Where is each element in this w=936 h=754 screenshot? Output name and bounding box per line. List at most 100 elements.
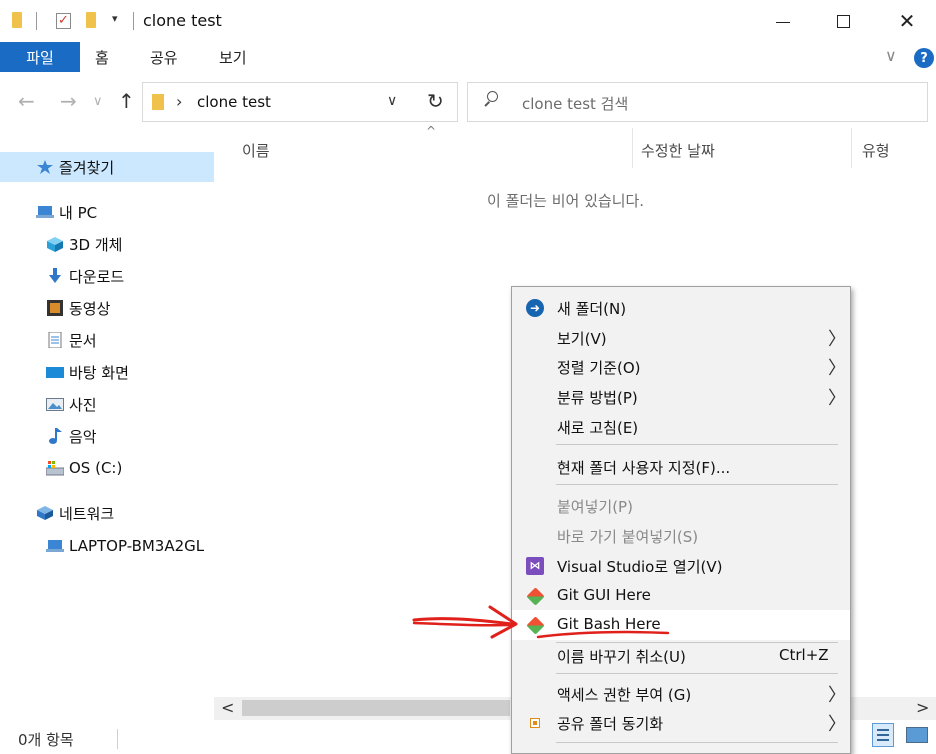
menu-item-view[interactable]: 보기(V) 〉 (512, 323, 850, 353)
tab-share[interactable]: 공유 (150, 47, 178, 68)
menu-item-new-folder[interactable]: ➜ 새 폴더(N) (512, 293, 850, 323)
menu-item-refresh[interactable]: 새로 고침(E) (512, 412, 850, 442)
refresh-icon[interactable]: ↻ (427, 89, 444, 113)
tab-file[interactable]: 파일 (0, 42, 80, 72)
column-header-type[interactable]: 유형 (862, 140, 890, 161)
forward-button[interactable]: → (60, 89, 77, 113)
git-icon (526, 587, 545, 606)
menu-item-open-in-visual-studio[interactable]: ⋈ Visual Studio로 열기(V) (512, 551, 850, 581)
tab-home[interactable]: 홈 (95, 47, 109, 68)
shortcut-label: Ctrl+Z (779, 646, 829, 664)
details-view-button[interactable] (872, 723, 894, 747)
close-icon: ✕ (898, 9, 916, 33)
drive-icon (45, 460, 65, 476)
breadcrumb-chevron-icon[interactable]: › (176, 92, 182, 111)
nav-item-3d-objects[interactable]: 3D 개체 (0, 229, 214, 259)
cube-icon (46, 236, 64, 252)
maximize-button[interactable] (820, 4, 866, 38)
scroll-left-icon[interactable]: < (221, 698, 234, 717)
address-dropdown-icon[interactable]: ∨ (387, 93, 397, 109)
nav-item-network[interactable]: 네트워크 (0, 498, 214, 528)
scroll-right-icon[interactable]: > (916, 698, 929, 717)
submenu-arrow-icon: 〉 (828, 358, 846, 379)
search-icon (484, 91, 498, 107)
ribbon-expand-icon[interactable]: ∨ (885, 46, 897, 65)
new-folder-quick-icon[interactable] (86, 12, 96, 28)
nav-item-laptop[interactable]: LAPTOP-BM3A2GL (0, 531, 214, 561)
window-title: clone test (143, 11, 222, 30)
status-divider (117, 729, 118, 749)
nav-item-downloads[interactable]: 다운로드 (0, 261, 214, 291)
menu-item-group-by[interactable]: 분류 방법(P) 〉 (512, 382, 850, 412)
submenu-arrow-icon: 〉 (828, 685, 846, 706)
picture-icon (46, 396, 64, 412)
column-header-date-modified[interactable]: 수정한 날짜 (641, 140, 715, 161)
film-icon (46, 300, 64, 316)
submenu-arrow-icon: 〉 (828, 388, 846, 409)
menu-item-sync-shared-folder[interactable]: 공유 폴더 동기화 〉 (512, 708, 850, 738)
nav-item-favorites[interactable]: 즐겨찾기 (0, 152, 214, 182)
status-item-count: 0개 항목 (18, 731, 74, 749)
download-icon (46, 268, 64, 284)
address-bar[interactable]: › clone test ∨ ↻ (142, 82, 458, 122)
properties-icon[interactable]: ✓ (56, 13, 71, 29)
menu-item-paste-shortcut: 바로 가기 붙여넣기(S) (557, 528, 699, 546)
network-icon (36, 505, 54, 521)
desktop-icon (46, 364, 64, 380)
title-divider (133, 12, 134, 30)
menu-separator (556, 484, 838, 485)
menu-separator (556, 673, 838, 674)
menu-item-undo-rename[interactable]: 이름 바꾸기 취소(U) Ctrl+Z (512, 641, 850, 671)
nav-item-os-drive[interactable]: OS (C:) (0, 453, 214, 483)
nav-item-documents[interactable]: 문서 (0, 325, 214, 355)
share-sync-icon (530, 718, 540, 728)
menu-item-git-gui-here[interactable]: Git GUI Here (512, 581, 850, 611)
menu-item-give-access[interactable]: 액세스 권한 부여 (G) 〉 (512, 679, 850, 709)
visual-studio-icon: ⋈ (526, 557, 544, 575)
menu-item-sort-by[interactable]: 정렬 기준(O) 〉 (512, 352, 850, 382)
menu-item-paste: 붙여넣기(P) (557, 498, 633, 516)
context-menu: ➜ 새 폴더(N) 보기(V) 〉 정렬 기준(O) 〉 분류 방법(P) 〉 … (511, 286, 851, 754)
recent-locations-icon[interactable]: ∨ (93, 94, 103, 109)
back-button[interactable]: ← (18, 89, 35, 113)
quick-access-dropdown-icon[interactable]: ▾ (112, 12, 118, 25)
computer-icon (36, 204, 54, 220)
music-icon (46, 428, 64, 444)
sort-indicator-icon: ^ (426, 124, 437, 138)
close-button[interactable]: ✕ (884, 4, 930, 38)
new-folder-icon: ➜ (526, 299, 544, 317)
computer-icon (46, 538, 64, 554)
nav-item-desktop[interactable]: 바탕 화면 (0, 357, 214, 387)
up-button[interactable]: ↑ (118, 89, 135, 113)
breadcrumb-current[interactable]: clone test (197, 93, 271, 111)
nav-item-music[interactable]: 음악 (0, 421, 214, 451)
search-placeholder: clone test 검색 (522, 95, 629, 113)
navigation-pane: 즐겨찾기 내 PC 3D 개체 다운로드 동영상 문서 바탕 화면 사진 음악 … (0, 122, 214, 720)
minimize-button[interactable] (760, 4, 806, 38)
folder-icon (152, 94, 164, 110)
scrollbar-thumb[interactable] (242, 700, 510, 716)
column-header-name[interactable]: 이름 (242, 140, 270, 161)
menu-separator (556, 444, 838, 445)
nav-item-pictures[interactable]: 사진 (0, 389, 214, 419)
red-underline-annotation (536, 630, 670, 639)
minimize-icon (776, 21, 790, 23)
column-divider[interactable] (851, 128, 852, 168)
nav-item-this-pc[interactable]: 내 PC (0, 197, 214, 227)
maximize-icon (836, 14, 850, 28)
menu-item-customize-folder[interactable]: 현재 폴더 사용자 지정(F)... (512, 452, 850, 482)
star-icon (36, 159, 54, 175)
help-icon[interactable]: ? (914, 48, 934, 68)
large-icons-view-button[interactable] (906, 727, 928, 743)
tab-view[interactable]: 보기 (219, 47, 247, 68)
quick-access-divider (36, 12, 37, 30)
submenu-arrow-icon: 〉 (828, 714, 846, 735)
search-input[interactable]: clone test 검색 (467, 82, 928, 122)
menu-separator (556, 742, 838, 743)
red-arrow-annotation (412, 605, 518, 639)
empty-folder-message: 이 폴더는 비어 있습니다. (487, 192, 645, 210)
column-divider[interactable] (632, 128, 633, 168)
document-icon (46, 331, 64, 349)
nav-item-videos[interactable]: 동영상 (0, 293, 214, 323)
submenu-arrow-icon: 〉 (828, 329, 846, 350)
